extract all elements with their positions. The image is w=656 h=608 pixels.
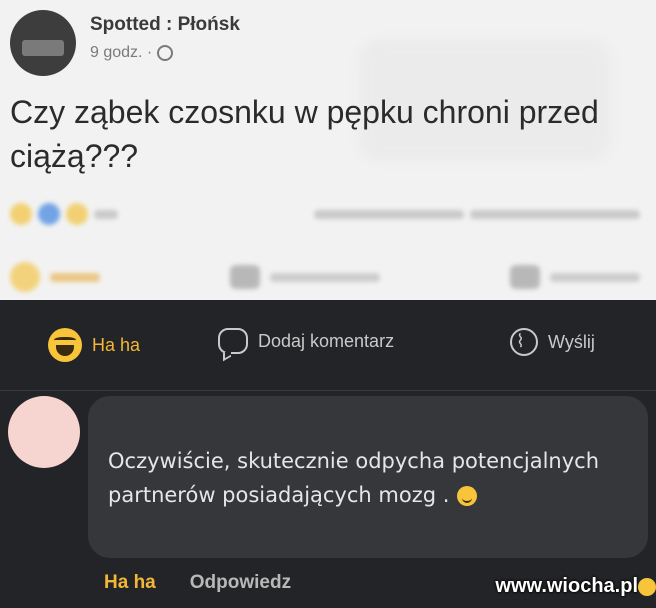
comment-reply-button[interactable]: Odpowiedz: [190, 572, 291, 594]
blurred-count: [94, 209, 118, 219]
blurred-comment-action: [230, 265, 380, 289]
post-text: Czy ząbek czosnku w pępku chroni przed c…: [10, 94, 599, 174]
comment-section: Ha ha Dodaj komentarz Wyślij Oczywiście,…: [0, 300, 656, 608]
add-comment-label: Dodaj komentarz: [258, 330, 395, 351]
comment-haha-button[interactable]: Ha ha: [104, 572, 156, 594]
comment-text: Oczywiście, skutecznie odpycha potencjal…: [108, 449, 600, 507]
reaction-like-icon: [38, 203, 60, 225]
haha-emoji-icon: [48, 328, 82, 362]
commenter-avatar[interactable]: [8, 396, 80, 468]
blurred-reactions-row: [10, 200, 640, 228]
blurred-action-row: [10, 262, 640, 292]
watermark-emoji-icon: [638, 578, 656, 596]
send-button[interactable]: Wyślij: [510, 328, 595, 356]
blurred-comment-count: [314, 209, 464, 219]
blurred-share-action: [510, 265, 640, 289]
post-action-bar: Ha ha Dodaj komentarz Wyślij: [0, 300, 656, 391]
comment-text-block: Oczywiście, skutecznie odpycha potencjal…: [108, 444, 638, 512]
comment-bubble: Oczywiście, skutecznie odpycha potencjal…: [88, 396, 648, 558]
globe-icon: [157, 45, 174, 61]
page-avatar[interactable]: [10, 10, 76, 76]
original-post: Spotted : Płońsk 9 godz. · Czy ząbek czo…: [0, 0, 656, 300]
page-name[interactable]: Spotted : Płońsk: [90, 14, 240, 36]
add-comment-button[interactable]: Dodaj komentarz: [218, 328, 394, 354]
blurred-share-count: [470, 209, 640, 219]
haha-label: Ha ha: [92, 334, 141, 355]
comment-icon: [230, 265, 260, 289]
blurred-haha-action: [10, 262, 100, 292]
comment-reply-row: Ha ha Odpowiedz: [104, 572, 291, 594]
send-label: Wyślij: [548, 331, 595, 352]
smile-emoji-icon: [457, 486, 478, 506]
post-meta: 9 godz. ·: [90, 44, 174, 62]
messenger-icon: [510, 328, 538, 356]
haha-reaction-button[interactable]: Ha ha: [48, 328, 140, 362]
comment-bubble-icon: [218, 328, 248, 354]
post-time[interactable]: 9 godz. ·: [90, 44, 152, 62]
haha-icon: [10, 262, 40, 292]
reaction-wow-icon: [66, 203, 88, 225]
site-watermark: www.wiocha.pl: [495, 575, 638, 597]
share-icon: [510, 265, 540, 289]
reaction-haha-icon: [10, 203, 32, 225]
